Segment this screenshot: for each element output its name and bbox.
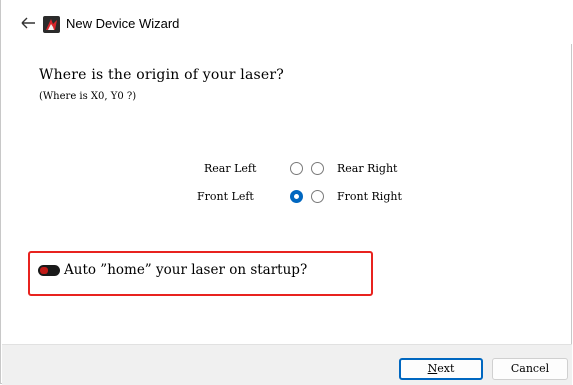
next-label-mnemonic: N (427, 362, 438, 375)
next-button[interactable]: Next (399, 358, 483, 380)
radio-rear-right[interactable] (311, 162, 324, 175)
lightburn-logo-icon (43, 16, 60, 33)
origin-hint: (Where is X0, Y0 ?) (39, 91, 137, 102)
origin-question: Where is the origin of your laser? (39, 67, 284, 83)
radio-front-left[interactable] (290, 190, 303, 203)
title-bar: New Device Wizard (1, 0, 573, 44)
toggle-knob (40, 267, 48, 274)
footer-bar: Next Cancel (2, 344, 572, 385)
auto-home-toggle[interactable] (38, 265, 60, 276)
label-rear-left: Rear Left (204, 162, 257, 175)
wizard-window: New Device Wizard Where is the origin of… (0, 0, 573, 385)
radio-front-right[interactable] (311, 190, 324, 203)
label-front-right: Front Right (337, 190, 402, 203)
arrow-left-icon (21, 17, 35, 29)
back-button[interactable] (18, 12, 40, 34)
auto-home-label: Auto ”home” your laser on startup? (64, 262, 308, 278)
next-label-rest: ext (437, 362, 455, 375)
cancel-button[interactable]: Cancel (492, 358, 568, 380)
radio-rear-left[interactable] (290, 162, 303, 175)
window-title: New Device Wizard (66, 16, 180, 31)
label-rear-right: Rear Right (337, 162, 398, 175)
label-front-left: Front Left (197, 190, 254, 203)
